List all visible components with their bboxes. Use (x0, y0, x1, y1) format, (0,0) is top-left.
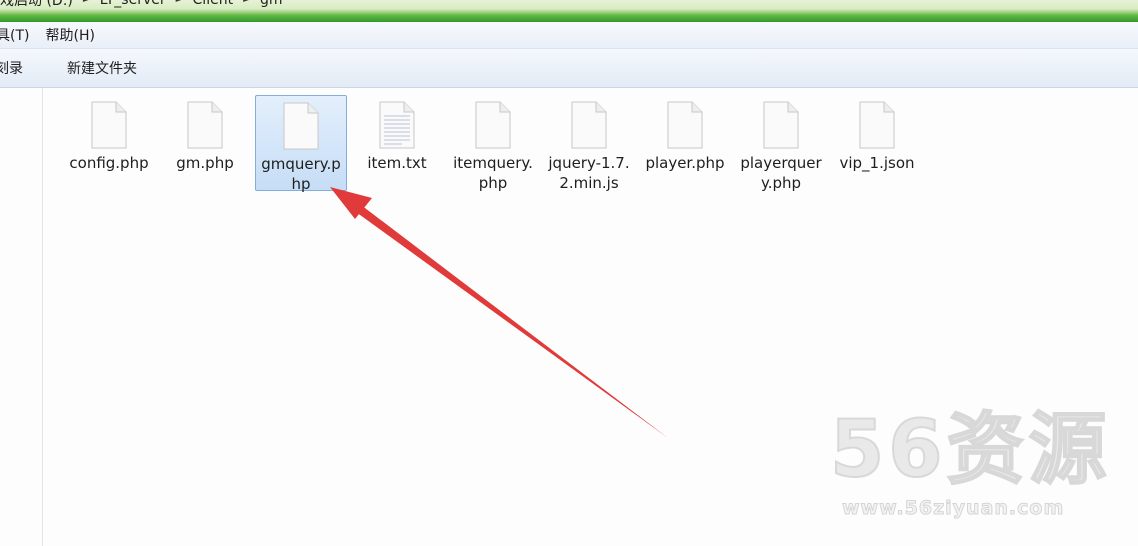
text-file-icon (379, 101, 415, 149)
file-item-itemquery[interactable]: itemquery.php (447, 94, 539, 192)
file-name: gmquery.php (261, 155, 341, 193)
file-item-gmquery[interactable]: gmquery.php (255, 95, 347, 193)
chevron-right-icon[interactable]: ► (243, 0, 250, 5)
file-name: itemquery.php (453, 154, 533, 192)
watermark: 56资源 www.56ziyuan.com (829, 404, 1120, 525)
breadcrumb: 戏启动 (D:) ► LY_server ► Client ► gm (0, 0, 283, 9)
watermark-url: www.56ziyuan.com (841, 497, 1065, 520)
breadcrumb-item-server[interactable]: LY_server (100, 0, 166, 8)
new-folder-button[interactable]: 新建文件夹 (57, 58, 147, 78)
watermark-logo: 56资源 (829, 404, 1111, 496)
file-item-jquery[interactable]: jquery-1.7.2.min.js (543, 94, 635, 192)
php-file-icon (91, 101, 127, 149)
php-file-icon (667, 101, 703, 149)
breadcrumb-item-client[interactable]: Client (193, 0, 234, 8)
menu-tools[interactable]: 具(T) (0, 25, 37, 45)
burn-button[interactable]: 刻录 (0, 58, 33, 78)
php-file-icon (763, 101, 799, 149)
navigation-pane[interactable] (0, 88, 43, 546)
breadcrumb-item-gm[interactable]: gm (260, 0, 283, 8)
file-name: playerquery.php (740, 154, 822, 192)
file-name: config.php (69, 154, 149, 172)
file-item-gm[interactable]: gm.php (159, 94, 251, 190)
menu-help[interactable]: 帮助(H) (45, 25, 102, 45)
php-file-icon (283, 102, 319, 150)
file-item-config[interactable]: config.php (63, 94, 155, 190)
file-name: vip_1.json (839, 154, 915, 172)
chevron-right-icon[interactable]: ► (83, 0, 90, 5)
file-item-item-txt[interactable]: item.txt (351, 94, 443, 190)
command-toolbar: 刻录 新建文件夹 (0, 49, 1138, 88)
file-item-vip-json[interactable]: vip_1.json (831, 94, 923, 190)
file-name: item.txt (367, 154, 427, 172)
breadcrumb-item-drive[interactable]: 戏启动 (D:) (0, 0, 73, 10)
address-bar[interactable]: 戏启动 (D:) ► LY_server ► Client ► gm (0, 0, 1138, 22)
file-name: player.php (645, 154, 725, 172)
menu-bar: 具(T) 帮助(H) (0, 22, 1138, 49)
chevron-right-icon[interactable]: ► (176, 0, 183, 5)
php-file-icon (475, 101, 511, 149)
file-name: jquery-1.7.2.min.js (548, 154, 630, 192)
js-file-icon (571, 101, 607, 149)
file-item-playerquery[interactable]: playerquery.php (735, 94, 827, 192)
php-file-icon (187, 101, 223, 149)
file-name: gm.php (176, 154, 234, 172)
file-item-player[interactable]: player.php (639, 94, 731, 190)
json-file-icon (859, 101, 895, 149)
